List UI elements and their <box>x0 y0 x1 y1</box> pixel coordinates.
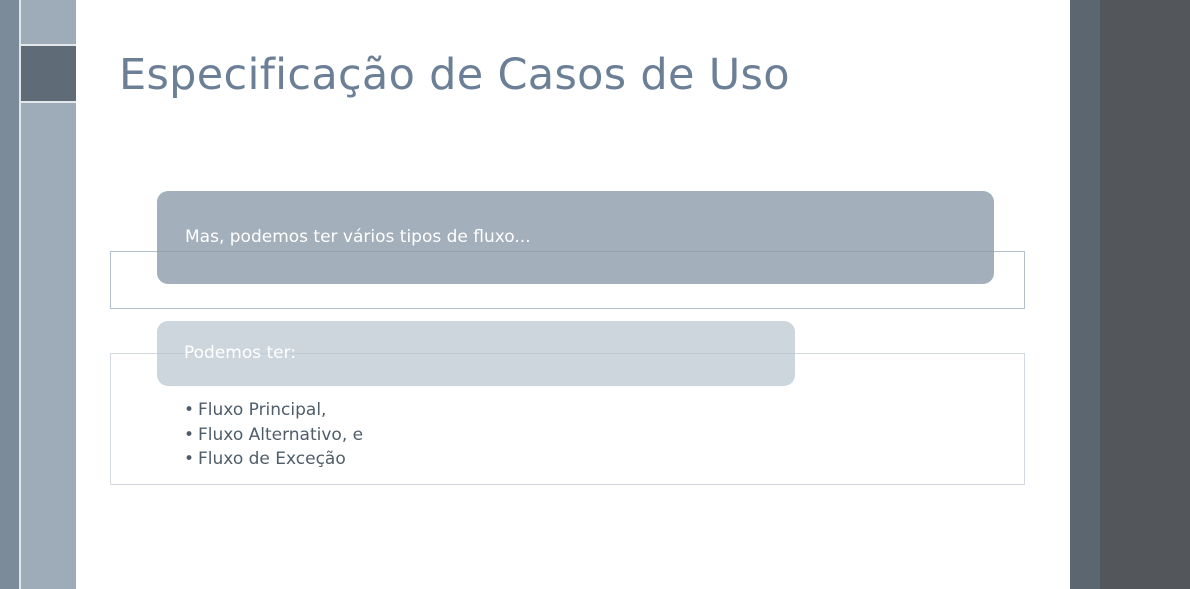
list-item-text: Fluxo Principal, <box>198 400 327 420</box>
bullet-icon: • <box>184 424 195 445</box>
callout-primary-text: Mas, podemos ter vários tipos de fluxo..… <box>185 227 531 247</box>
bullet-list[interactable]: • Fluxo Principal, • Fluxo Alternativo, e … <box>184 398 363 472</box>
slide: Especificação de Casos de Uso Mas, podem… <box>0 0 1100 589</box>
list-item: • Fluxo Principal, <box>184 398 363 423</box>
left-band-accent-block <box>21 44 76 103</box>
list-item: • Fluxo de Exceção <box>184 447 363 472</box>
callout-secondary-text: Podemos ter: <box>184 343 297 363</box>
bullet-icon: • <box>184 449 195 469</box>
list-item-text: Fluxo de Exceção <box>198 449 346 469</box>
callout-primary[interactable]: Mas, podemos ter vários tipos de fluxo..… <box>157 191 994 284</box>
left-decorative-band <box>0 0 20 589</box>
bullet-icon: • <box>184 400 195 420</box>
callout-secondary[interactable]: Podemos ter: <box>157 321 795 386</box>
presentation-viewport: Especificação de Casos de Uso Mas, podem… <box>0 0 1190 589</box>
slide-title[interactable]: Especificação de Casos de Uso <box>119 50 790 100</box>
list-item-text: Fluxo Alternativo, e <box>198 424 364 445</box>
list-item: • Fluxo Alternativo, e <box>184 423 363 448</box>
right-decorative-band <box>1070 0 1100 589</box>
